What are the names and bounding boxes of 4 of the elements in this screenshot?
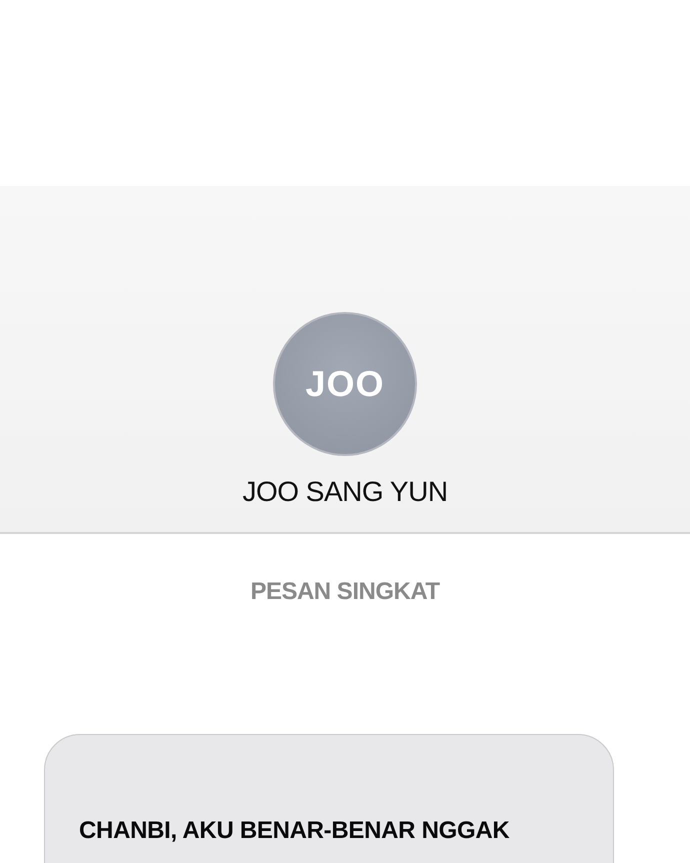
contact-avatar[interactable]: JOO <box>273 312 417 456</box>
section-label: PESAN SINGKAT <box>249 578 441 606</box>
message-text: CHANBI, AKU BENAR-BENAR NGGAK <box>79 817 510 845</box>
contact-name: JOO SANG YUN <box>242 476 448 508</box>
